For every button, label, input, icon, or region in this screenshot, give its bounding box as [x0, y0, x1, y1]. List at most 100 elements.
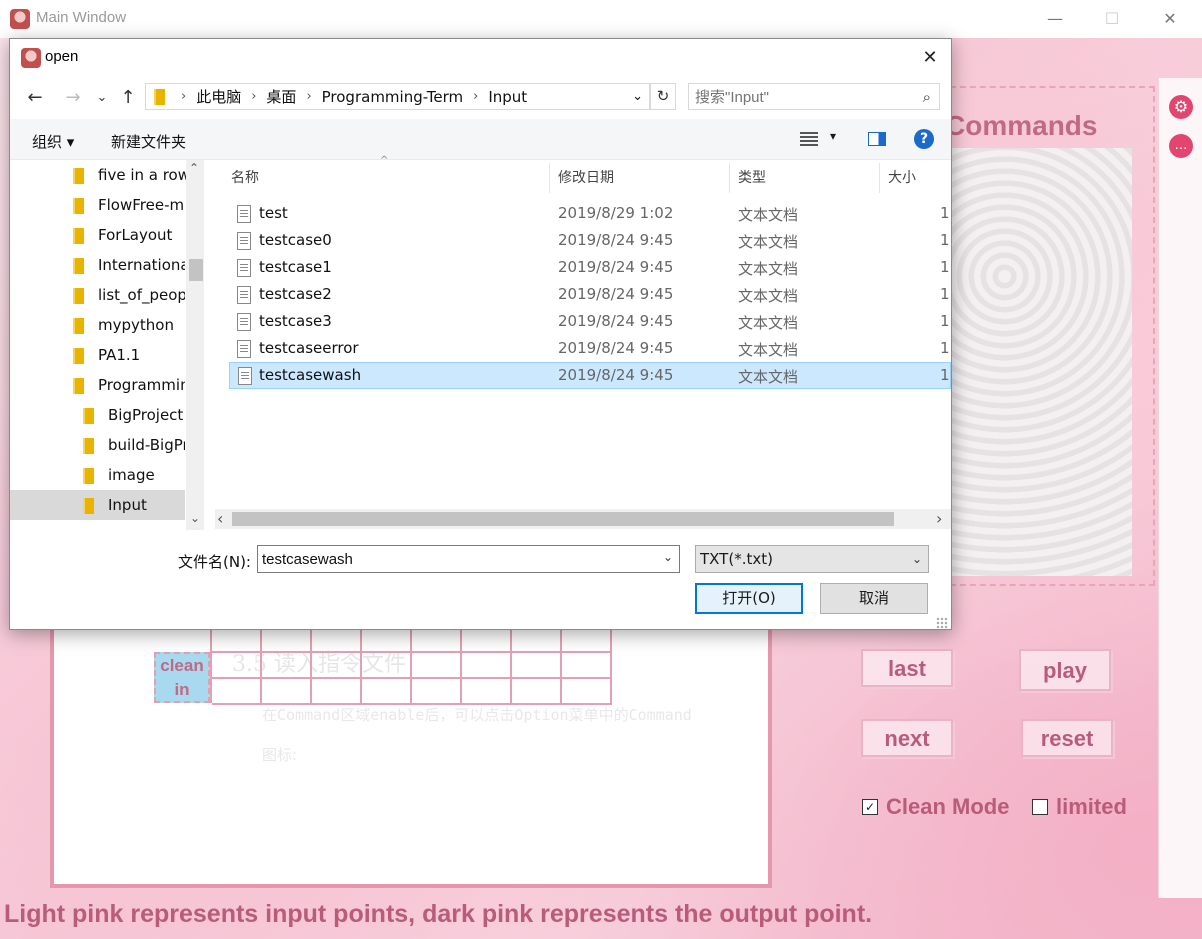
grid-cell[interactable] [562, 627, 612, 653]
grid-cell[interactable] [312, 653, 362, 679]
file-row-selected[interactable]: testcasewash 2019/8/24 9:45 文本文档 1 [229, 362, 951, 389]
grid-cell[interactable] [462, 627, 512, 653]
preview-pane-icon[interactable] [868, 132, 886, 146]
text-file-icon [237, 205, 251, 223]
organize-menu[interactable]: 组织 ▾ [32, 131, 74, 152]
tree-item[interactable]: build-BigPr [83, 430, 185, 460]
view-dropdown-icon[interactable]: ▾ [830, 129, 836, 143]
tree-item[interactable]: ForLayout [73, 220, 185, 250]
tree-item[interactable]: PA1.1 [73, 340, 185, 370]
resize-grip-icon[interactable] [936, 617, 948, 629]
tree-item[interactable]: five in a row [73, 160, 190, 190]
scroll-up-icon[interactable]: ⌃ [189, 161, 199, 175]
grid-cell[interactable] [212, 627, 262, 653]
commands-text-area[interactable] [950, 148, 1132, 576]
scroll-left-icon[interactable]: ‹ [217, 509, 223, 528]
main-titlebar [0, 0, 1202, 38]
refresh-icon[interactable]: ↻ [650, 83, 676, 110]
chevron-down-icon[interactable]: ⌄ [912, 546, 922, 572]
limited-checkbox[interactable]: limited [1032, 793, 1127, 821]
grid-cell[interactable] [212, 679, 262, 705]
grid-cell[interactable] [212, 653, 262, 679]
help-icon[interactable]: ? [914, 129, 934, 149]
filename-input[interactable] [262, 549, 642, 569]
grid-cell[interactable] [462, 679, 512, 705]
dialog-close-button[interactable]: ✕ [915, 45, 945, 71]
view-list-icon[interactable] [800, 132, 818, 146]
grid-cell[interactable] [512, 679, 562, 705]
recent-locations-chevron-icon[interactable]: ⌄ [94, 87, 110, 109]
file-row[interactable]: testcase1 2019/8/24 9:45 文本文档 1 [229, 255, 951, 282]
address-dropdown-icon[interactable]: ⌄ [632, 89, 643, 104]
grid-cell[interactable] [262, 653, 312, 679]
breadcrumb-this-pc[interactable]: 此电脑 [196, 86, 241, 107]
play-button[interactable]: play [1019, 649, 1111, 691]
grid-cell[interactable] [512, 627, 562, 653]
close-button[interactable]: ✕ [1155, 6, 1185, 32]
grid-cell[interactable] [562, 653, 612, 679]
file-row[interactable]: testcase0 2019/8/24 9:45 文本文档 1 [229, 228, 951, 255]
minimize-button[interactable]: — [1040, 6, 1070, 32]
checkbox-unchecked[interactable] [1032, 799, 1048, 815]
scroll-down-icon[interactable]: ⌄ [190, 511, 200, 525]
grid-cell[interactable] [412, 653, 462, 679]
search-box[interactable]: ⌕ [688, 83, 940, 110]
tree-item[interactable]: image [83, 460, 185, 490]
grid-cell[interactable] [362, 679, 412, 705]
column-header-size[interactable]: 大小 [880, 163, 951, 193]
grid-cell[interactable] [312, 627, 362, 653]
grid-cell[interactable] [412, 627, 462, 653]
column-header-type[interactable]: 类型 [730, 163, 880, 193]
file-row[interactable]: testcase3 2019/8/24 9:45 文本文档 1 [229, 309, 951, 336]
tree-item[interactable]: BigProject [83, 400, 185, 430]
grid-cell[interactable] [412, 679, 462, 705]
scroll-right-icon[interactable]: › [936, 509, 942, 528]
next-button[interactable]: next [861, 719, 953, 757]
maximize-button[interactable]: ☐ [1097, 6, 1127, 32]
tree-item[interactable]: list_of_peop [73, 280, 185, 310]
tree-item[interactable]: Programmin [73, 370, 185, 400]
up-arrow-icon[interactable]: ↑ [118, 87, 138, 109]
address-bar[interactable]: › 此电脑 › 桌面 › Programming-Term › Input ⌄ [145, 83, 650, 110]
grid-cell[interactable] [362, 627, 412, 653]
grid-cell[interactable] [362, 653, 412, 679]
reset-button[interactable]: reset [1021, 719, 1113, 757]
breadcrumb-input[interactable]: Input [488, 88, 527, 106]
filename-combobox[interactable]: ⌄ [257, 545, 680, 573]
breadcrumb-desktop[interactable]: 桌面 [266, 86, 296, 107]
horizontal-scrollbar-thumb[interactable] [232, 512, 894, 526]
file-row[interactable]: testcaseerror 2019/8/24 9:45 文本文档 1 [229, 336, 951, 363]
cancel-button[interactable]: 取消 [820, 583, 928, 614]
nav-scrollbar-thumb[interactable] [189, 259, 203, 281]
file-row[interactable]: testcase2 2019/8/24 9:45 文本文档 1 [229, 282, 951, 309]
grid-cell[interactable] [512, 653, 562, 679]
last-button[interactable]: last [861, 649, 953, 687]
search-input[interactable] [695, 87, 905, 107]
open-button[interactable]: 打开(O) [695, 583, 803, 614]
grid-cell[interactable] [462, 653, 512, 679]
tree-item[interactable]: Internationa [73, 250, 185, 280]
new-folder-button[interactable]: 新建文件夹 [111, 131, 186, 152]
column-header-date[interactable]: 修改日期 [550, 163, 730, 193]
clean-in-port[interactable]: clean in [154, 652, 210, 703]
grid-cell[interactable] [262, 679, 312, 705]
chat-bubble-icon[interactable]: … [1169, 134, 1193, 158]
grid-cell[interactable] [312, 679, 362, 705]
gear-icon[interactable]: ⚙ [1169, 95, 1193, 119]
search-icon[interactable]: ⌕ [923, 88, 931, 106]
breadcrumb-programming-term[interactable]: Programming-Term [322, 88, 464, 106]
tree-item[interactable]: FlowFree-ma [73, 190, 185, 220]
tree-item[interactable]: mypython [73, 310, 185, 340]
checkbox-checked[interactable]: ✓ [862, 799, 878, 815]
nav-scrollbar[interactable] [186, 160, 204, 530]
back-arrow-icon[interactable]: ← [24, 87, 46, 109]
column-header-name[interactable]: 名称 [223, 163, 550, 193]
forward-arrow-icon[interactable]: → [62, 87, 84, 109]
tree-item-selected[interactable]: Input [10, 490, 185, 520]
file-row[interactable]: test 2019/8/29 1:02 文本文档 1 [229, 201, 951, 228]
grid-cell[interactable] [562, 679, 612, 705]
file-type-select[interactable]: TXT(*.txt) ⌄ [695, 545, 929, 573]
clean-mode-checkbox[interactable]: ✓ Clean Mode [862, 793, 1009, 821]
chevron-down-icon[interactable]: ⌄ [663, 550, 673, 564]
grid-cell[interactable] [262, 627, 312, 653]
